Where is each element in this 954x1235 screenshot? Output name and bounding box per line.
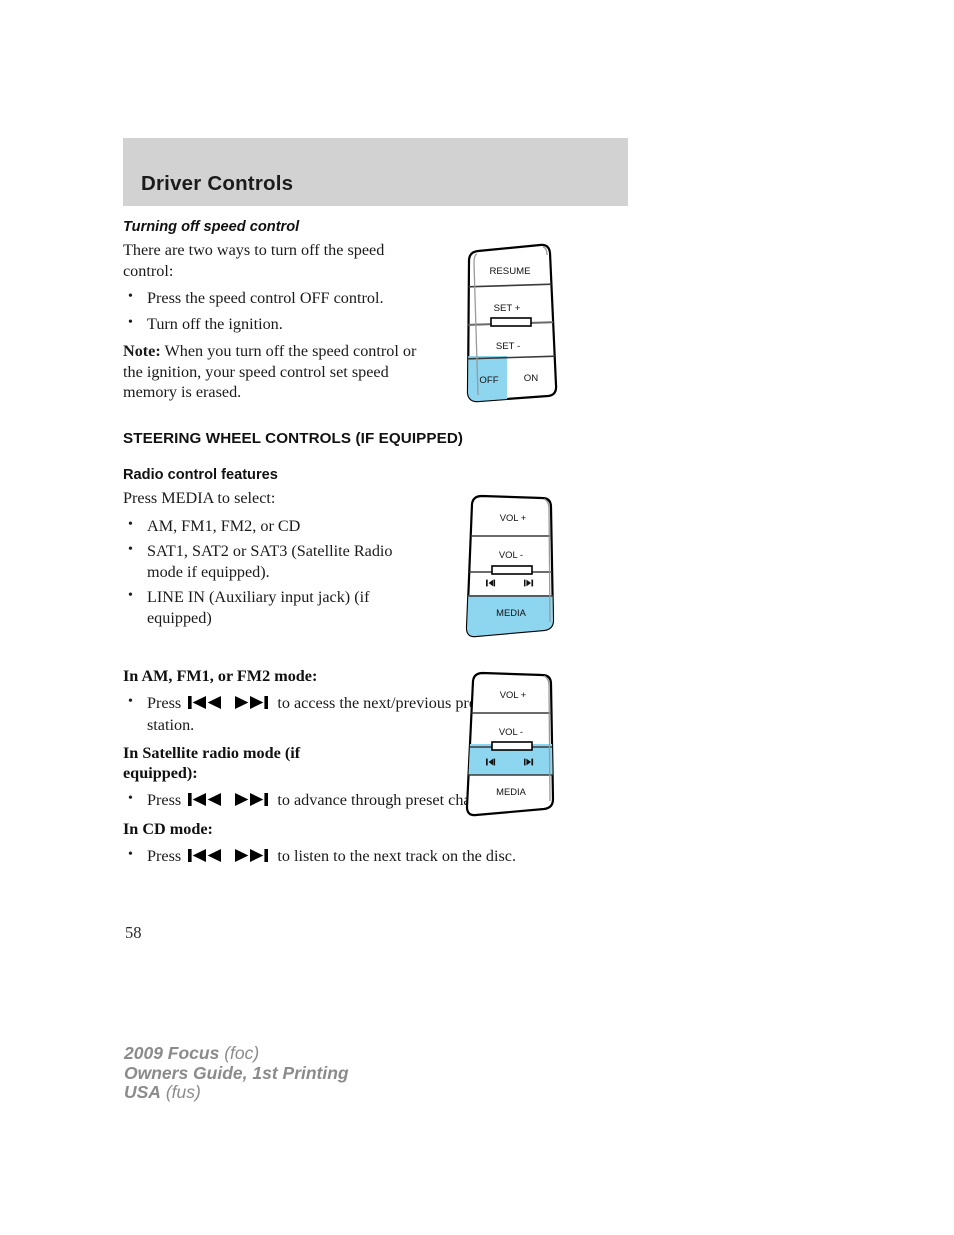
seek-next-icon [234,695,270,716]
mode-after-text: to listen to the next track on the disc. [277,846,517,865]
seek-previous-icon [188,792,224,813]
seek-label-media: MEDIA [496,786,526,797]
speed-control-bullets: Press the speed control OFF control. Tur… [123,287,423,335]
footer-line-2: Owners Guide, 1st Printing [124,1062,349,1084]
footer-line-1: 2009 Focus (foc) [124,1043,349,1064]
speed-control-switch-diagram: RESUME SET + SET - OFF ON [455,243,570,403]
page-header-band: Driver Controls [123,138,628,206]
seek-label-vol-plus: VOL + [500,689,527,700]
seek-previous-icon [188,848,224,869]
subheading-radio-control-features: Radio control features [123,467,278,483]
section-speed-control: Turning off speed control There are two … [123,219,423,410]
media-label-vol-minus: VOL - [499,549,523,560]
list-item: Press to listen to the next track on the… [123,845,543,869]
speed-control-note: Note: When you turn off the speed contro… [123,341,423,403]
speed-label-on: ON [524,373,538,384]
footer-region: USA [124,1082,161,1102]
seek-previous-icon [188,695,224,716]
press-label: Press [147,790,182,809]
speed-label-set-plus: SET + [494,303,521,314]
page-title: Driver Controls [141,172,294,195]
section-heading-steering-controls: STEERING WHEEL CONTROLS (IF EQUIPPED) [123,430,464,447]
steering-wheel-media-diagram: VOL + VOL - MEDIA [458,492,568,642]
note-label: Note: [123,342,161,360]
page-number: 58 [125,923,142,942]
list-item: Press the speed control OFF control. [123,287,423,309]
section-steering-wheel-controls: STEERING WHEEL CONTROLS (IF EQUIPPED) [123,430,543,447]
footer-model: 2009 Focus [124,1043,220,1063]
speed-label-set-minus: SET - [496,341,520,352]
radio-intro: Press MEDIA to select: [123,489,276,507]
document-footer: 2009 Focus (foc) Owners Guide, 1st Print… [124,1043,349,1103]
media-label-media: MEDIA [496,607,526,618]
mode-heading-satellite: In Satellite radio mode (if equipped): [123,743,338,784]
speed-control-intro: There are two ways to turn off the speed… [123,241,385,280]
list-item: AM, FM1, FM2, or CD [123,515,423,537]
press-label: Press [147,846,182,865]
note-text: When you turn off the speed control or t… [123,342,417,401]
speed-label-resume: RESUME [489,266,530,277]
footer-guide: Owners Guide, 1st Printing [124,1062,349,1083]
speed-label-off: OFF [479,375,498,386]
seek-next-icon [234,792,270,813]
press-label: Press [147,693,182,712]
steering-wheel-seek-diagram: VOL + VOL - MEDIA [458,668,568,823]
list-item: SAT1, SAT2 or SAT3 (Satellite Radio mode… [123,540,423,582]
seek-label-vol-minus: VOL - [499,726,523,737]
radio-feature-bullets: AM, FM1, FM2, or CD SAT1, SAT2 or SAT3 (… [123,515,423,629]
list-item: LINE IN (Auxiliary input jack) (if equip… [123,586,423,628]
mode-heading-satellite-text: In Satellite radio mode (if equipped): [123,743,301,783]
radio-control-features: Radio control features Press MEDIA to se… [123,467,423,635]
mode-bullets-cd: Press to listen to the next track on the… [123,845,543,869]
footer-line-3: USA (fus) [124,1082,349,1103]
section-heading-turning-off: Turning off speed control [123,219,300,235]
list-item: Turn off the ignition. [123,313,423,335]
seek-next-icon [234,848,270,869]
footer-region-code: (fus) [160,1082,201,1102]
footer-model-code: (foc) [219,1043,260,1063]
media-label-vol-plus: VOL + [500,512,527,523]
